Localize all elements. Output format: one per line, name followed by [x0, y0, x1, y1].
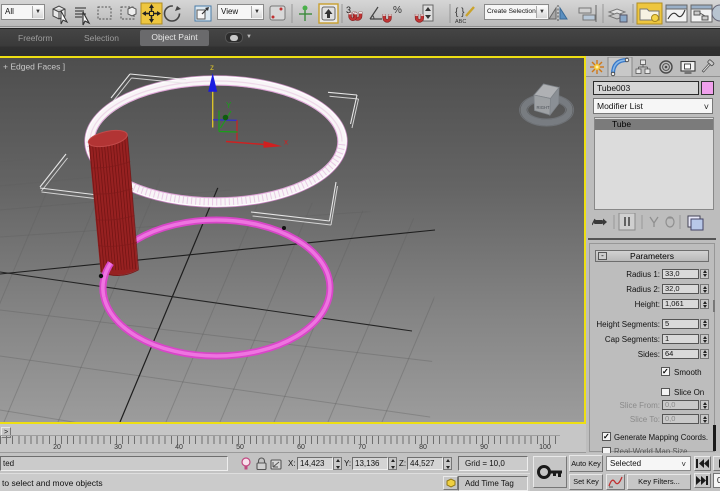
svg-text:ABC: ABC — [455, 19, 466, 25]
svg-text:+ Edged Faces ]: + Edged Faces ] — [3, 62, 65, 72]
svg-text:Y: Y — [226, 101, 232, 110]
svg-text:%: % — [393, 5, 402, 16]
svg-text:z: z — [210, 63, 214, 72]
svg-text:{ }: { } — [455, 7, 465, 18]
svg-text:x: x — [284, 138, 288, 147]
svg-text:RIGHT: RIGHT — [537, 105, 550, 110]
